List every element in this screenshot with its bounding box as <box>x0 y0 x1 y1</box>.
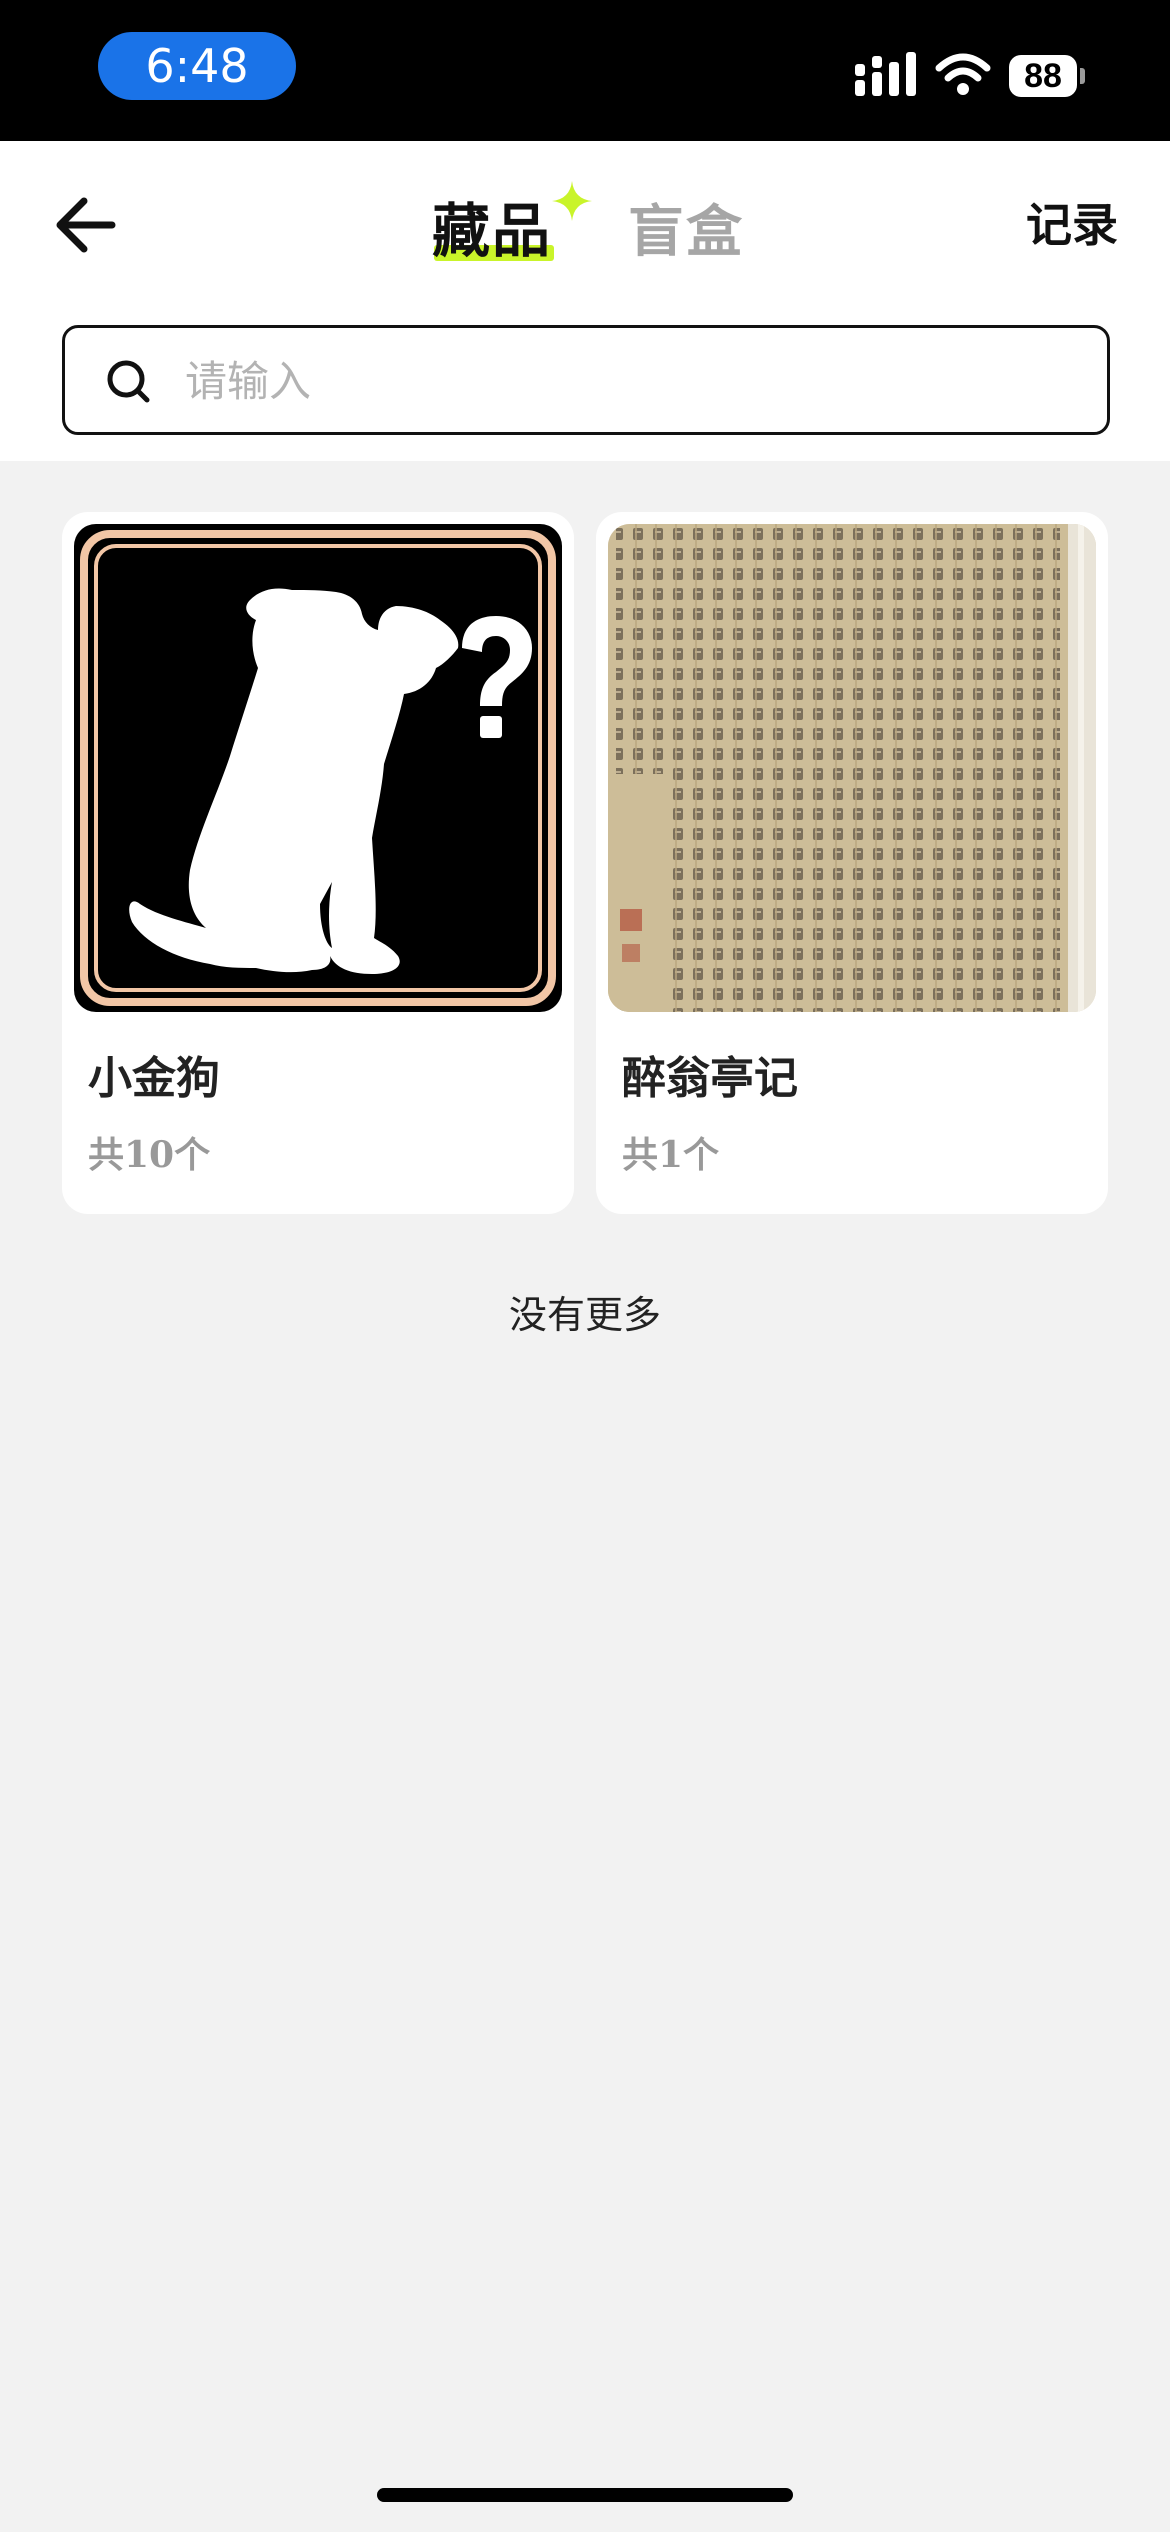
record-button[interactable]: 记录 <box>1026 185 1118 265</box>
card-count: 共1个 <box>622 1134 720 1176</box>
search-bar[interactable] <box>62 325 1110 435</box>
card-title: 醉翁亭记 <box>622 1053 798 1104</box>
wifi-icon <box>935 53 991 95</box>
sparkle-icon <box>552 181 592 221</box>
battery-indicator: 88 <box>1009 55 1077 97</box>
arrow-left-icon[interactable] <box>54 185 134 265</box>
search-input[interactable] <box>183 338 1067 424</box>
battery-nub <box>1080 68 1085 84</box>
cellular-signal-icon <box>855 52 916 96</box>
header: 藏品 盲盒 记录 <box>0 141 1170 461</box>
dog-silhouette-icon <box>74 524 562 1012</box>
collection-card[interactable]: 醉翁亭记 共1个 <box>596 512 1108 1214</box>
card-count: 共10个 <box>88 1134 211 1176</box>
no-more-text: 没有更多 <box>508 1293 661 1337</box>
tab-collection[interactable]: 藏品 <box>432 191 552 271</box>
scroll-icon <box>608 524 1096 1012</box>
search-icon <box>107 360 150 403</box>
collection-card[interactable]: 小金狗 共10个 <box>62 512 574 1214</box>
calligraphy-scroll-image <box>608 524 1096 1012</box>
mystery-dog-image <box>74 524 562 1012</box>
status-bar: 6:48 88 <box>0 0 1170 141</box>
home-indicator[interactable] <box>377 2488 793 2502</box>
card-title: 小金狗 <box>88 1053 220 1104</box>
status-time: 6:48 <box>98 32 296 100</box>
tab-blind-box[interactable]: 盲盒 <box>628 193 744 273</box>
